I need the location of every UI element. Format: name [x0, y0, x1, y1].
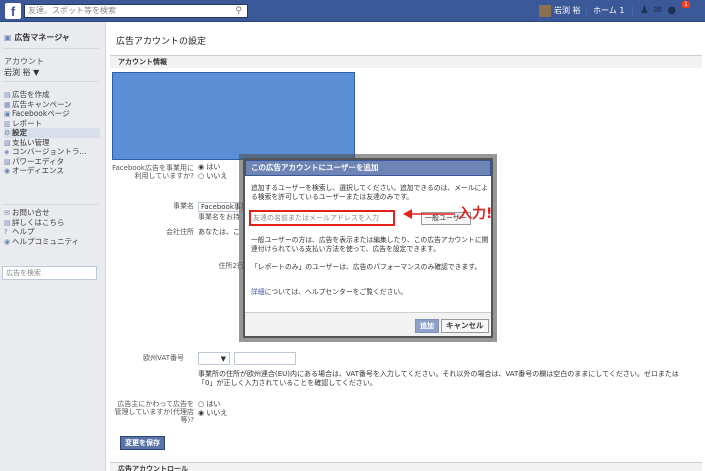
sidebar-item-label: パワーエディタ	[12, 156, 64, 166]
user-search-input[interactable]: 友達の名前またはメールアドレスを入力	[249, 210, 395, 226]
sidebar-item-label: オーディエンス	[12, 166, 64, 175]
user-name: 岩渕 裕	[554, 6, 581, 15]
avatar	[539, 4, 551, 17]
friends-icon[interactable]: ♟	[640, 5, 654, 16]
help-center-text: については、ヘルプセンターをご覧ください。	[264, 288, 407, 296]
sidebar-item-label: 詳しくはこちら	[12, 217, 65, 227]
search-placeholder: 友達、スポット等を検索	[28, 6, 116, 15]
ad-search-input[interactable]: 広告を検索	[2, 266, 97, 280]
vat-label: 欧州VAT番号	[143, 354, 184, 362]
search-input[interactable]: 友達、スポット等を検索 ⚲	[24, 4, 248, 18]
sidebar-title-label: 広告マネージャ	[14, 33, 70, 42]
sidebar-item[interactable]: ▦広告キャンペーン	[4, 100, 100, 110]
vat-number-input[interactable]	[234, 352, 296, 365]
sidebar-item-label: レポート	[12, 118, 42, 128]
sidebar-item-label: ヘルプ	[12, 227, 35, 236]
sidebar-item[interactable]: ◉ ヘルプコミュニティ	[4, 237, 79, 247]
yes-label: はい	[206, 163, 221, 171]
section-account-roles: 広告アカウントロール	[110, 462, 702, 471]
sidebar-title[interactable]: ▣ 広告マネージャ	[4, 32, 70, 43]
agency-no[interactable]: ◉ いいえ	[198, 409, 227, 417]
section-account-info: アカウント情報	[110, 55, 702, 68]
agency-no-label: いいえ	[206, 409, 228, 417]
company-note: 事業名をお持	[198, 213, 240, 221]
sidebar: ▣ 広告マネージャ アカウント 岩渕 裕 ▼ ▤広告を作成 ▦広告キャンペーン ▣F…	[0, 22, 104, 471]
address-label: 会社住所	[166, 228, 194, 236]
dialog-help-text: 詳細については、ヘルプセンターをご覧ください。	[251, 288, 489, 297]
jewel-icons[interactable]: ♟✉●	[640, 5, 681, 16]
address2-label: 住所2行	[218, 262, 244, 270]
globe-icon[interactable]: ●	[667, 5, 681, 16]
sidebar-item-label: Facebookページ	[12, 109, 70, 118]
divider	[3, 204, 99, 205]
sidebar-item[interactable]: ▤詳しくはこちら	[4, 218, 79, 228]
notification-badge: 1	[682, 1, 690, 8]
home-count: 1	[619, 6, 625, 15]
home-label: ホーム	[593, 6, 617, 15]
agency-label: 広告主にかわって広告を管理していますか(代理店等)?	[114, 400, 194, 424]
no-label: いいえ	[206, 172, 228, 180]
profile-link[interactable]: 岩渕 裕	[539, 4, 581, 18]
cancel-button[interactable]: キャンセル	[441, 319, 489, 333]
top-bar: f 友達、スポット等を検索 ⚲ 岩渕 裕 ホーム 1 ♟✉● 1	[0, 0, 705, 22]
messages-icon[interactable]: ✉	[654, 5, 667, 16]
vat-country-select[interactable]: ▼	[198, 352, 230, 365]
add-button[interactable]: 追加	[415, 319, 439, 333]
dialog-title: この広告アカウントにユーザーを追加	[245, 160, 491, 176]
sidebar-item-label: 設定	[12, 128, 27, 137]
add-user-dialog: この広告アカウントにユーザーを追加 追加するユーザーを検索し、選択してください。…	[243, 158, 493, 338]
facebook-logo[interactable]: f	[5, 3, 21, 19]
sidebar-item-label: 広告を作成	[12, 90, 50, 99]
sidebar-item[interactable]: ⚙ 設定	[4, 128, 100, 138]
help-menu: ✉ お問い合せ ▤詳しくはこちら? ヘルプ ◉ ヘルプコミュニティ	[4, 208, 79, 246]
sidebar-item[interactable]: ▣Facebookページ	[4, 109, 100, 119]
dialog-intro-text: 追加するユーザーを検索し、選択してください。追加できるのは、メールによる検索を許…	[251, 184, 489, 201]
annotation-arrow	[403, 209, 455, 219]
divider	[3, 48, 99, 49]
sidebar-item-label: お問い合せ	[12, 208, 50, 217]
account-info-redacted	[112, 72, 355, 160]
sidebar-item-label: ヘルプコミュニティ	[12, 236, 80, 246]
sidebar-menu: ▤広告を作成 ▦広告キャンペーン ▣Facebookページ ▥レポート ⚙ 設定 ▧支払い管…	[4, 90, 100, 176]
account-selector[interactable]: 岩渕 裕 ▼	[4, 67, 39, 78]
ads-manager-icon: ▣	[4, 33, 12, 42]
divider	[632, 6, 633, 16]
sidebar-item[interactable]: ? ヘルプ	[4, 227, 79, 237]
sidebar-item-label: 支払い管理	[12, 137, 50, 147]
page-title: 広告アカウントの設定	[116, 37, 207, 47]
business-use-yes[interactable]: ◉ はい	[198, 163, 220, 171]
annotation-input-label: 入力!	[458, 206, 493, 222]
sidebar-item-icon: ◉	[4, 167, 11, 175]
divider	[3, 81, 99, 82]
divider	[586, 6, 587, 16]
sidebar-item-label: コンバージョントラ...	[12, 147, 87, 156]
sidebar-item-icon: ◉	[4, 237, 11, 246]
dialog-report-only-text: 「レポートのみ」のユーザーは、広告のパフォーマンスのみ確認できます。	[251, 263, 482, 271]
sidebar-item[interactable]: ✉ お問い合せ	[4, 208, 79, 218]
sidebar-item[interactable]: ◉ オーディエンス	[4, 166, 100, 176]
company-label: 事業名	[173, 202, 194, 210]
business-use-no[interactable]: ○ いいえ	[198, 172, 227, 180]
sidebar-item[interactable]: ▧支払い管理	[4, 138, 100, 148]
search-icon[interactable]: ⚲	[235, 5, 242, 17]
dialog-footer: 追加 キャンセル	[245, 312, 491, 336]
account-label: アカウント	[4, 57, 44, 66]
sidebar-item[interactable]: ▤広告を作成	[4, 90, 100, 100]
sidebar-item[interactable]: ▨パワーエディタ	[4, 157, 100, 167]
vat-note: 事業所の住所が欧州連合(EU)内にある場合は、VAT番号を入力してください。それ…	[198, 370, 679, 387]
address-note: あなたは、こ	[198, 228, 240, 236]
sidebar-item-label: 広告キャンペーン	[12, 99, 72, 109]
details-link[interactable]: 詳細	[251, 288, 265, 296]
home-link[interactable]: ホーム 1	[593, 4, 624, 18]
dialog-general-user-text: 一般ユーザーの方は、広告を表示または編集したり、この広告アカウントに関連付けられ…	[251, 236, 489, 253]
agency-yes[interactable]: ○ はい	[198, 400, 220, 408]
business-use-label: Facebook広告を事業用に利用していますか?	[112, 164, 194, 180]
sidebar-item[interactable]: ◈ コンバージョントラ...	[4, 147, 100, 157]
save-changes-button[interactable]: 変更を保存	[120, 436, 165, 450]
sidebar-item[interactable]: ▥レポート	[4, 119, 100, 129]
agency-yes-label: はい	[206, 400, 221, 408]
